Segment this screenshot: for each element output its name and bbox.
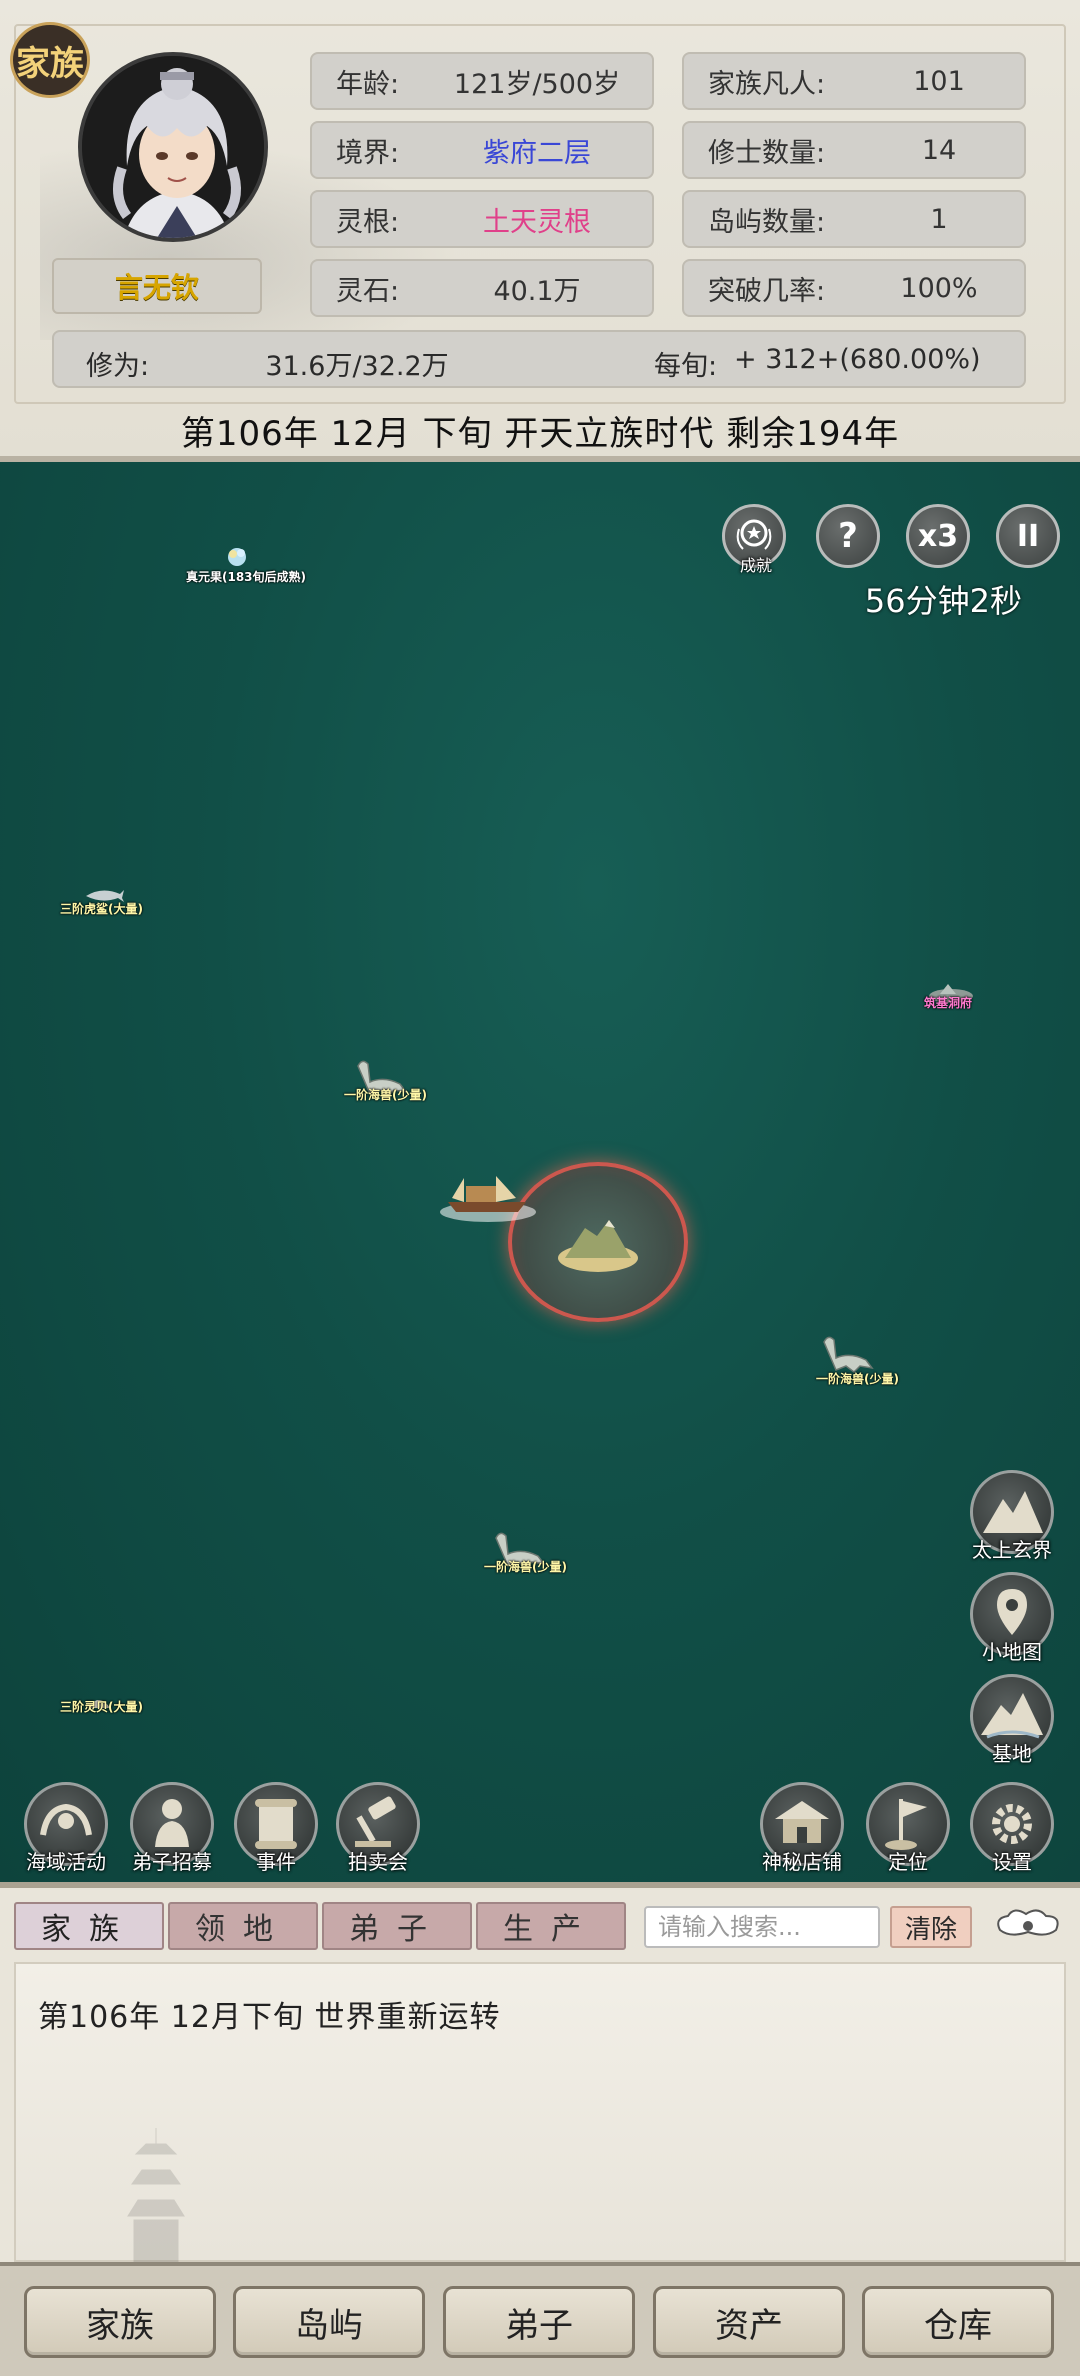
spirit-shell-label[interactable]: 三阶灵贝(大量): [60, 1698, 143, 1715]
clear-button[interactable]: 清除: [890, 1906, 972, 1948]
stat-spirit-root: 灵根: 土天灵根: [310, 190, 654, 248]
pause-button[interactable]: II: [996, 504, 1060, 568]
sea-map[interactable]: 成就 ? x3 II 56分钟2秒 真元果(183旬后成熟) 三阶虎鲨(大量) …: [0, 462, 1080, 1882]
cave-dwelling-label[interactable]: 筑基洞府: [924, 994, 972, 1011]
cultivation-bar: 修为: 31.6万/32.2万 每旬: + 312+(680.00%): [52, 330, 1026, 388]
stat-breakthrough: 突破几率: 100%: [682, 259, 1026, 317]
cultivation-rate-label: 每旬:: [654, 351, 718, 382]
pagoda-watermark-icon: [127, 2128, 185, 2263]
flying-ship-icon[interactable]: [438, 1168, 538, 1228]
nav-assets[interactable]: 资产: [653, 2286, 845, 2358]
stat-mortals: 家族凡人: 101: [682, 52, 1026, 110]
spirit-fruit-icon[interactable]: [222, 540, 252, 570]
stat-spirit-stone: 灵石: 40.1万: [310, 259, 654, 317]
avatar-portrait-icon: [82, 56, 264, 238]
search-input[interactable]: [644, 1906, 880, 1948]
tab-clan[interactable]: 家族: [14, 1902, 164, 1950]
log-panel: 家族 领地 弟子 生产 清除 第106年 12月下旬 世界重新运转: [0, 1882, 1080, 2263]
sea-beast-label-1[interactable]: 一阶海兽(少量): [344, 1086, 427, 1103]
cultivation-label: 修为:: [86, 351, 150, 382]
tiger-shark-label[interactable]: 三阶虎鲨(大量): [60, 900, 143, 917]
stat-cultivators-label: 修士数量:: [708, 137, 826, 169]
stat-cultivators: 修士数量: 14: [682, 121, 1026, 179]
stat-spirit-stone-label: 灵石:: [336, 275, 400, 307]
help-button[interactable]: ?: [816, 504, 880, 568]
nav-islands[interactable]: 岛屿: [233, 2286, 425, 2358]
cultivation-rate-value: + 312+(680.00%): [734, 344, 981, 375]
game-timer: 56分钟2秒: [864, 582, 1022, 620]
minimap-label: 小地图: [982, 1640, 1042, 1664]
stat-age: 年龄: 121岁/500岁: [310, 52, 654, 110]
stat-mortals-value: 101: [913, 65, 965, 97]
spirit-fruit-label[interactable]: 真元果(183旬后成熟): [186, 568, 306, 585]
achievement-label: 成就: [739, 556, 772, 575]
log-entry: 第106年 12月下旬 世界重新运转: [38, 2000, 501, 2035]
cultivation-value: 31.6万/32.2万: [265, 351, 449, 382]
stat-islands: 岛屿数量: 1: [682, 190, 1026, 248]
nav-clan[interactable]: 家族: [24, 2286, 216, 2358]
auction-label: 拍卖会: [348, 1850, 408, 1874]
stat-breakthrough-label: 突破几率:: [708, 275, 826, 307]
nav-disciples[interactable]: 弟子: [443, 2286, 635, 2358]
settings-label: 设置: [992, 1850, 1032, 1874]
bottom-navigation: 家族 岛屿 弟子 资产 仓库: [0, 2262, 1080, 2376]
tab-disciples[interactable]: 弟子: [322, 1902, 472, 1950]
log-content: 第106年 12月下旬 世界重新运转: [14, 1962, 1066, 2263]
character-panel: 家族 言无钦 年龄: 121岁/500岁 境界: 紫府二层 灵根: 土天灵根 灵…: [0, 0, 1080, 462]
stat-mortals-label: 家族凡人:: [708, 68, 826, 100]
stat-realm: 境界: 紫府二层: [310, 121, 654, 179]
sea-beast-label-2[interactable]: 一阶海兽(少量): [816, 1370, 899, 1387]
stat-age-value: 121岁/500岁: [453, 68, 621, 100]
tab-production[interactable]: 生产: [476, 1902, 626, 1950]
stat-spirit-stone-value: 40.1万: [493, 275, 581, 307]
collapse-cloud-icon[interactable]: [990, 1904, 1066, 1946]
sea-beast-label-3[interactable]: 一阶海兽(少量): [484, 1558, 567, 1575]
stat-islands-value: 1: [930, 203, 948, 235]
stat-spirit-root-value: 土天灵根: [483, 206, 591, 238]
stat-age-label: 年龄:: [336, 68, 400, 100]
stat-breakthrough-value: 100%: [900, 272, 978, 304]
stat-islands-label: 岛屿数量:: [708, 206, 826, 238]
date-banner: 第106年 12月 下旬 开天立族时代 剩余194年: [180, 413, 900, 454]
character-avatar[interactable]: [78, 52, 268, 242]
home-island-icon[interactable]: [555, 1214, 641, 1274]
base-label: 基地: [992, 1742, 1032, 1766]
speed-button[interactable]: x3: [906, 504, 970, 568]
taishang-realm-label: 太上玄界: [972, 1538, 1052, 1562]
stat-realm-label: 境界:: [336, 137, 400, 169]
stat-spirit-root-label: 灵根:: [336, 206, 400, 238]
nav-warehouse[interactable]: 仓库: [862, 2286, 1054, 2358]
stat-realm-value: 紫府二层: [483, 137, 591, 169]
stat-cultivators-value: 14: [921, 134, 957, 166]
clan-badge[interactable]: 家族: [10, 22, 90, 98]
character-name[interactable]: 言无钦: [52, 258, 262, 314]
tab-territory[interactable]: 领地: [168, 1902, 318, 1950]
